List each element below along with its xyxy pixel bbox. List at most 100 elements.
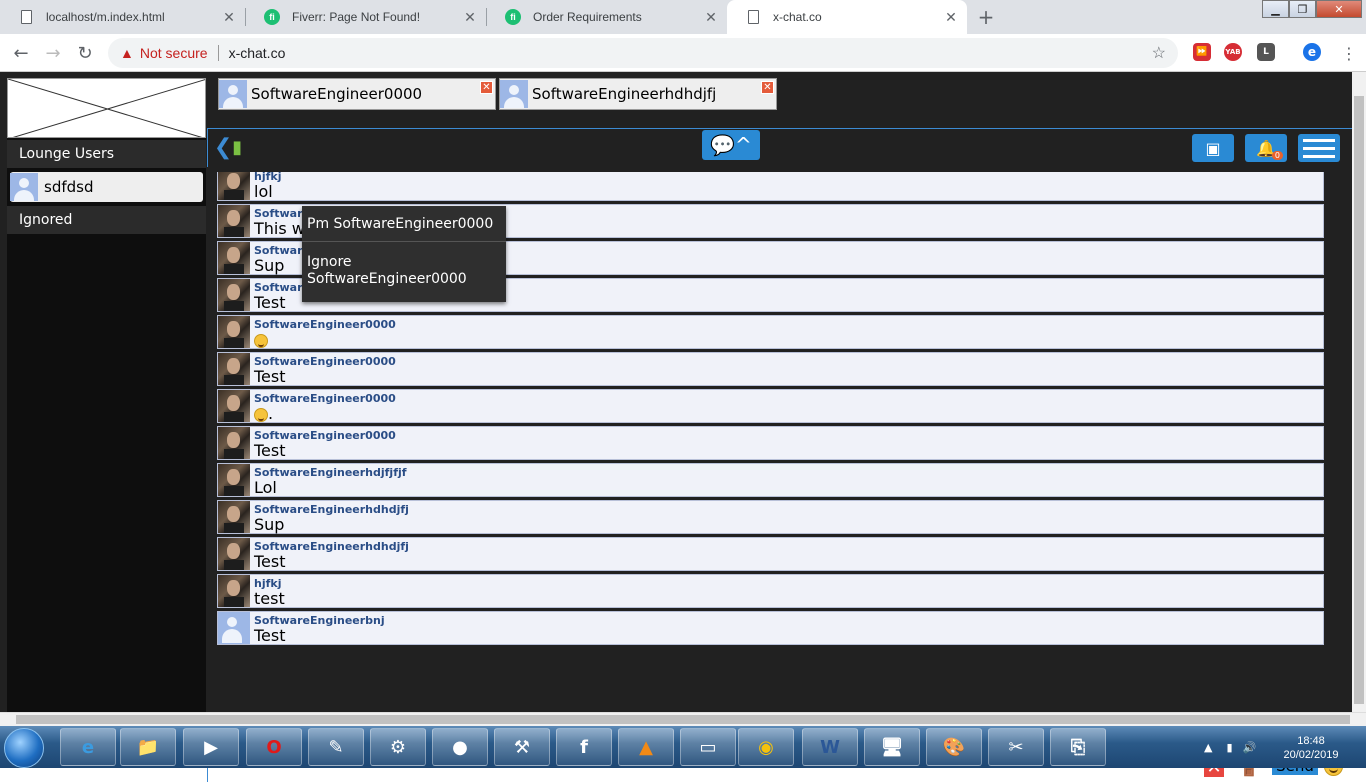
close-pm-icon[interactable]: ✕ — [761, 81, 774, 94]
back-to-users-icon[interactable]: ❮ ▮ — [208, 133, 248, 161]
hamburger-menu-icon[interactable] — [1298, 134, 1340, 162]
fiverr-icon: fi — [505, 9, 521, 25]
media-player-icon[interactable]: ▶ — [183, 728, 239, 766]
extension-yab-icon[interactable]: YAB — [1224, 43, 1242, 61]
pm-user-menu-item[interactable]: Pm SoftwareEngineer0000 — [302, 206, 506, 242]
chat-message[interactable]: hjfkj lol — [217, 172, 1324, 201]
bookmark-star-icon[interactable]: ☆ — [1152, 43, 1166, 63]
snipping-tool-icon[interactable]: ✂ — [988, 728, 1044, 766]
menu-dots-icon[interactable]: ⋮ — [1336, 40, 1362, 66]
chat-message[interactable]: hjfkj test — [217, 574, 1324, 608]
volume-icon[interactable]: 🔊 — [1243, 741, 1257, 754]
minimize-icon[interactable]: ▁ — [1262, 0, 1289, 18]
forward-icon[interactable]: → — [40, 40, 66, 66]
message-text: Test — [254, 627, 385, 645]
user-avatar[interactable] — [218, 575, 250, 607]
command-prompt-icon[interactable]: ▭ — [680, 728, 736, 766]
extension-forward-icon[interactable]: ⏩ — [1193, 43, 1211, 61]
vertical-scrollbar[interactable] — [1352, 72, 1366, 712]
user-avatar[interactable] — [218, 279, 250, 311]
scroll-thumb[interactable] — [16, 715, 1350, 724]
browser-toolbar: ← → ↻ ▲ Not secure x-chat.co ☆ ⏩ YAB L e… — [0, 34, 1366, 72]
user-avatar[interactable] — [218, 427, 250, 459]
control-panel-icon[interactable]: ⚙ — [370, 728, 426, 766]
chat-message[interactable]: SoftwareEngineer0000Test — [217, 352, 1324, 386]
chrome-icon[interactable]: ◉ — [738, 728, 794, 766]
user-avatar[interactable] — [218, 612, 250, 644]
lounge-user-item[interactable]: sdfdsd — [10, 172, 203, 202]
clock[interactable]: 18:48 20/02/2019 — [1276, 734, 1346, 762]
close-icon[interactable]: ✕ — [221, 9, 237, 25]
reload-icon[interactable]: ↻ — [72, 40, 98, 66]
facebook-icon[interactable]: f — [556, 728, 612, 766]
url-text[interactable]: x-chat.co — [229, 45, 286, 61]
ignore-user-menu-item[interactable]: Ignore SoftwareEngineer0000 — [302, 242, 506, 288]
message-text: Sup — [254, 516, 409, 534]
message-body: SoftwareEngineerbnj Test — [254, 612, 385, 645]
github-icon[interactable]: ● — [432, 728, 488, 766]
word-icon[interactable]: W — [802, 728, 858, 766]
file-explorer-icon[interactable]: 📁 — [120, 728, 176, 766]
vlc-icon[interactable]: ▲ — [618, 728, 674, 766]
extension-l-icon[interactable]: L — [1257, 43, 1275, 61]
not-secure-label[interactable]: Not secure — [140, 45, 208, 61]
close-icon[interactable]: ✕ — [943, 9, 959, 25]
browser-tab[interactable]: localhost/m.index.html ✕ — [0, 0, 245, 34]
user-avatar[interactable] — [218, 353, 250, 385]
chat-message[interactable]: SoftwareEngineer0000. — [217, 389, 1324, 423]
message-text-content: Test — [254, 626, 286, 645]
notifications-bell-icon[interactable]: 🔔 0 — [1245, 134, 1287, 162]
message-username[interactable]: SoftwareEngineer0000 — [254, 392, 396, 405]
internet-explorer-icon[interactable]: e — [60, 728, 116, 766]
maximize-icon[interactable]: ❐ — [1289, 0, 1316, 18]
message-text-content: Lol — [254, 478, 277, 497]
new-tab-button[interactable]: + — [974, 5, 998, 29]
tools-icon[interactable]: ⚒ — [494, 728, 550, 766]
message-username[interactable]: SoftwareEngineerhdjfjfjf — [254, 466, 407, 479]
chat-message[interactable]: SoftwareEngineerhdhdjfj Test — [217, 537, 1324, 571]
browser-tab[interactable]: fi Fiverr: Page Not Found! ✕ — [246, 0, 486, 34]
back-icon[interactable]: ← — [8, 40, 34, 66]
browser-tab[interactable]: fi Order Requirements ✕ — [487, 0, 727, 34]
chat-toggle-icon[interactable]: 💬^ — [702, 130, 760, 160]
user-avatar[interactable] — [218, 538, 250, 570]
address-bar[interactable]: ▲ Not secure x-chat.co ☆ — [108, 38, 1178, 68]
close-icon[interactable]: ✕ — [703, 9, 719, 25]
user-avatar[interactable] — [218, 464, 250, 496]
user-avatar[interactable] — [218, 501, 250, 533]
chat-message[interactable]: SoftwareEngineerhdjfjfjf Lol — [217, 463, 1324, 497]
chat-message[interactable]: SoftwareEngineer0000 — [217, 315, 1324, 349]
pm-tab[interactable]: SoftwareEngineer0000 ✕ — [218, 78, 496, 110]
message-username[interactable]: SoftwareEngineer0000 — [254, 318, 396, 331]
profile-avatar[interactable]: e — [1303, 43, 1321, 61]
chat-message[interactable]: SoftwareEngineerbnj Test — [217, 611, 1324, 645]
close-pm-icon[interactable]: ✕ — [480, 81, 493, 94]
close-icon[interactable]: ✕ — [462, 9, 478, 25]
remote-desktop-icon[interactable]: ⎘ — [1050, 728, 1106, 766]
user-avatar[interactable] — [218, 205, 250, 237]
paint-icon[interactable]: 🎨 — [926, 728, 982, 766]
tray-arrow-icon[interactable]: ▲ — [1204, 741, 1212, 754]
ignored-header[interactable]: Ignored — [7, 206, 206, 234]
webcam-icon[interactable]: ▣ — [1192, 134, 1234, 162]
notification-badge: 0 — [1271, 151, 1283, 160]
horizontal-scrollbar[interactable] — [0, 712, 1366, 726]
close-window-icon[interactable]: ✕ — [1316, 0, 1362, 18]
chat-message[interactable]: SoftwareEngineerhdhdjfj Sup — [217, 500, 1324, 534]
battery-icon[interactable]: ▮ — [1226, 741, 1232, 754]
lounge-users-header[interactable]: Lounge Users — [7, 140, 206, 168]
user-name: sdfdsd — [44, 178, 94, 196]
user-avatar[interactable] — [218, 242, 250, 274]
start-button[interactable] — [4, 728, 44, 768]
notepad-plus-icon[interactable]: ✎ — [308, 728, 364, 766]
user-avatar[interactable] — [218, 390, 250, 422]
pm-tab[interactable]: SoftwareEngineerhdhdjfj ✕ — [499, 78, 777, 110]
message-body: hjfkj lol — [254, 172, 281, 201]
browser-tab-active[interactable]: x-chat.co ✕ — [727, 0, 967, 34]
computer-icon[interactable]: 🖥 — [864, 728, 920, 766]
chat-message[interactable]: SoftwareEngineer0000Test — [217, 426, 1324, 460]
opera-icon[interactable]: O — [246, 728, 302, 766]
user-avatar[interactable] — [218, 172, 250, 200]
scroll-thumb[interactable] — [1354, 96, 1364, 704]
user-avatar[interactable] — [218, 316, 250, 348]
